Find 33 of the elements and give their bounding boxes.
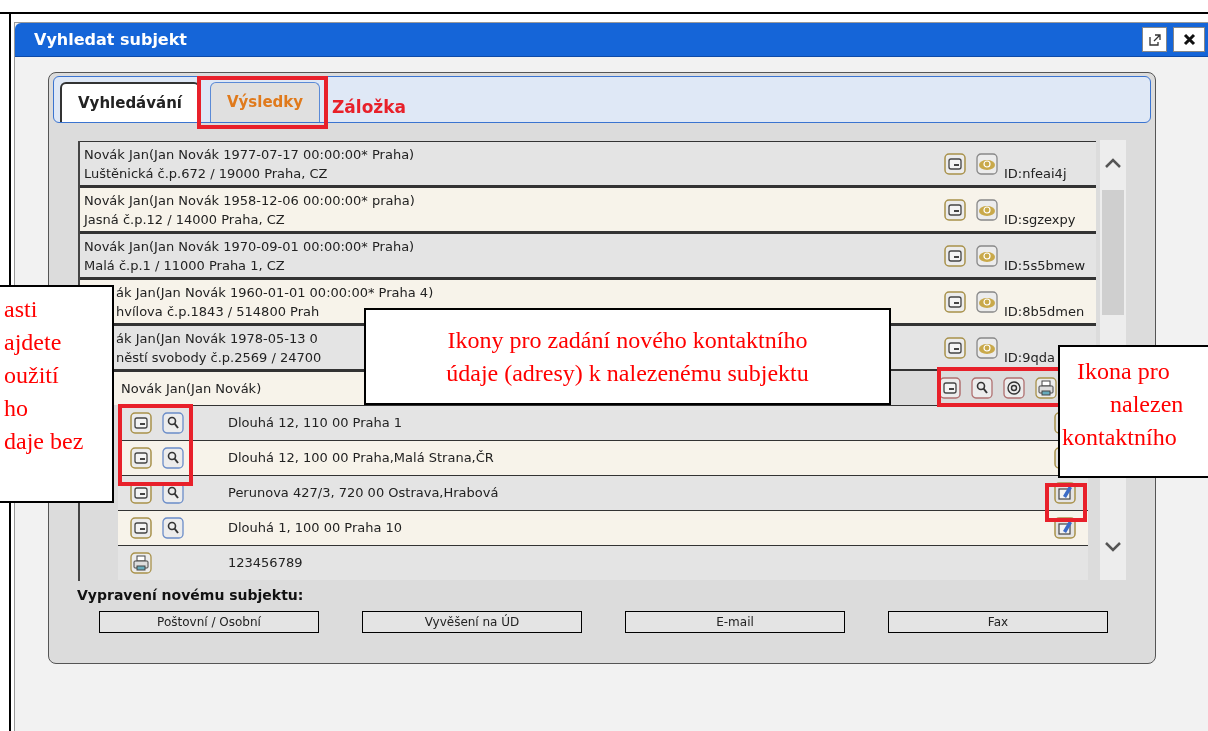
subject-id: ID:sgzexpy: [1004, 210, 1077, 229]
callout-text: oužití: [4, 361, 59, 390]
callout-text: Ikony pro zadání nového kontaktního: [447, 325, 808, 355]
window-title: Vyhledat subjekt: [34, 28, 188, 51]
subject-id: ID:8b5dmen: [1004, 302, 1086, 321]
subject-id: ID:9qda: [1004, 348, 1056, 367]
subject-address: něstí svobody č.p.2569 / 24700: [116, 348, 322, 367]
subject-name: ák Jan(Jan Novák 1960-01-01 00:00:00* Praha 4): [116, 283, 434, 302]
contact-text: Dlouhá 12, 110 00 Praha 1: [228, 414, 404, 433]
callout-text: nalezen: [1110, 390, 1184, 419]
contact-text: Dlouhá 12, 100 00 Praha,Malá Strana,ČR: [228, 449, 495, 468]
subject-address: Jasná č.p.12 / 14000 Praha, CZ: [84, 210, 285, 229]
annotation-label: Záložka: [332, 96, 406, 119]
section-label: Vypravení novému subjektu:: [77, 586, 305, 605]
callout-text: údaje (adresy) k nalezenému subjektu: [446, 358, 809, 388]
subject-address: hvílova č.p.1843 / 514800 Prah: [116, 302, 320, 321]
contact-text: 123456789: [228, 554, 304, 573]
callout-text: ho: [4, 394, 28, 423]
subject-address: Luštěnická č.p.672 / 19000 Praha, CZ: [84, 164, 328, 183]
callout-text: Ikona pro: [1077, 357, 1170, 386]
subject-id: ID:nfeai4j: [1004, 164, 1068, 183]
callout-text: daje bez: [4, 427, 84, 456]
subject-header: Novák Jan(Jan Novák): [113, 371, 365, 405]
contact-text: Dlouhá 1, 100 00 Praha 10: [228, 519, 404, 538]
subject-name: Novák Jan(Jan Novák 1958-12-06 00:00:00* praha): [84, 191, 415, 210]
subject-id: ID:5s5bmew: [1004, 256, 1087, 275]
contact-text: Perunova 427/3, 720 00 Ostrava,Hrabová: [228, 484, 500, 503]
subject-name: Novák Jan(Jan Novák 1977-07-17 00:00:00* Praha): [84, 145, 415, 164]
callout-text: asti: [4, 295, 38, 324]
subject-name: ák Jan(Jan Novák 1978-05-13 0: [116, 329, 318, 348]
subject-name: Novák Jan(Jan Novák 1970-09-01 00:00:00* Praha): [84, 237, 415, 256]
subject-address: Malá č.p.1 / 11000 Praha 1, CZ: [84, 256, 285, 275]
callout-text: ajdete: [4, 328, 62, 357]
